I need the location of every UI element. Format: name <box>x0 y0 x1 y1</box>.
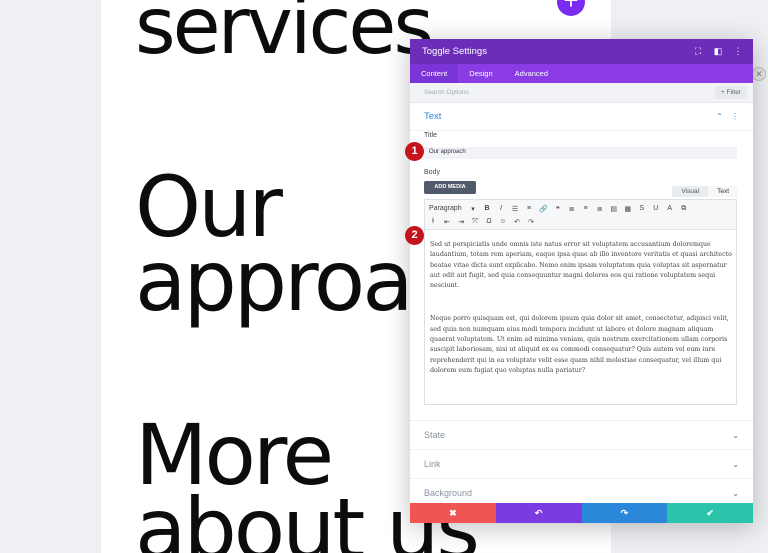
search-options-bar: Search Options + Filter <box>410 83 753 103</box>
bold-icon[interactable]: B <box>483 205 491 212</box>
columns-icon[interactable]: ◧ <box>713 46 723 57</box>
modal-header: Toggle Settings ⛶ ◧ ⋮ <box>410 39 753 64</box>
title-field[interactable]: Our approach <box>424 147 737 159</box>
filter-button[interactable]: + Filter <box>714 86 747 99</box>
strikethrough-icon[interactable]: S <box>638 205 646 212</box>
chevron-down-icon[interactable]: ⌄ <box>732 431 739 440</box>
underline-icon[interactable]: U <box>652 205 660 212</box>
body-editor[interactable]: Paragraph ▾ B I ☰ ≡ 🔗 ❝ ≣ ≡ ≣ ▤ ▦ S U A … <box>424 199 737 405</box>
tab-content[interactable]: Content <box>410 64 459 83</box>
more-vertical-icon[interactable]: ⋮ <box>731 112 739 121</box>
heading-line: approa <box>135 232 414 330</box>
link-icon[interactable]: 🔗 <box>539 205 548 213</box>
editor-mode-tabs: Visual Text <box>672 186 738 197</box>
paragraph-select[interactable]: Paragraph <box>429 205 463 212</box>
undo-icon[interactable]: ↶ <box>513 218 521 226</box>
section-title: Text <box>424 111 442 122</box>
body-paragraph: Sed ut perspiciatis unde omnis iste natu… <box>430 241 732 290</box>
more-vertical-icon[interactable]: ⋮ <box>733 46 743 57</box>
heading-services: services <box>135 0 434 72</box>
expand-icon[interactable]: ⛶ <box>693 46 703 57</box>
chevron-down-icon[interactable]: ⌄ <box>732 489 739 498</box>
bullet-list-icon[interactable]: ☰ <box>511 205 519 213</box>
tab-visual[interactable]: Visual <box>672 186 709 197</box>
chevron-down-icon[interactable]: ⌄ <box>732 460 739 469</box>
chevron-up-icon[interactable]: ⌃ <box>716 112 723 121</box>
numbered-list-icon[interactable]: ≡ <box>525 205 533 212</box>
toggle-settings-modal: Toggle Settings ⛶ ◧ ⋮ Content Design Adv… <box>410 39 753 523</box>
omega-icon[interactable]: Ω <box>485 218 493 225</box>
step-marker-1: 1 <box>405 142 424 161</box>
redo-icon[interactable]: ↷ <box>527 218 535 226</box>
modal-footer: ✖ ↶ ↷ ✔ <box>410 503 753 523</box>
chevron-down-icon[interactable]: ▾ <box>469 205 477 213</box>
align-center-icon[interactable]: ≡ <box>582 205 590 212</box>
text-section-header[interactable]: Text ⌃ ⋮ <box>410 103 753 131</box>
save-button[interactable]: ✔ <box>667 503 753 523</box>
emoji-icon[interactable]: ☺ <box>499 218 507 225</box>
link-section[interactable]: Link ⌄ <box>410 449 753 478</box>
section-label: State <box>424 430 446 440</box>
section-label: Background <box>424 488 473 498</box>
cancel-button[interactable]: ✖ <box>410 503 496 523</box>
clear-format-icon[interactable]: Ɨ <box>429 218 437 225</box>
undo-button[interactable]: ↶ <box>495 503 582 523</box>
quote-icon[interactable]: ❝ <box>554 205 562 213</box>
title-field-label: Title <box>424 132 437 139</box>
text-color-icon[interactable]: A <box>666 205 674 212</box>
tab-advanced[interactable]: Advanced <box>504 64 559 83</box>
section-label: Link <box>424 459 441 469</box>
modal-tabs: Content Design Advanced <box>410 64 753 83</box>
table-icon[interactable]: ▦ <box>624 205 632 213</box>
state-section[interactable]: State ⌄ <box>410 420 753 449</box>
indent-icon[interactable]: ⇥ <box>457 218 465 226</box>
justify-icon[interactable]: ▤ <box>610 205 618 213</box>
body-paragraph: Neque porro quisquam est, qui dolorem ip… <box>430 315 729 374</box>
search-input[interactable]: Search Options <box>424 89 715 96</box>
heading-our-approach: Our approa <box>135 165 414 330</box>
editor-content[interactable]: Sed ut perspiciatis unde omnis iste natu… <box>425 230 736 376</box>
outdent-icon[interactable]: ⇤ <box>443 218 451 226</box>
redo-button[interactable]: ↷ <box>581 503 668 523</box>
align-right-icon[interactable]: ≣ <box>596 205 604 213</box>
editor-toolbar: Paragraph ▾ B I ☰ ≡ 🔗 ❝ ≣ ≡ ≣ ▤ ▦ S U A … <box>425 200 736 230</box>
body-field-label: Body <box>424 169 440 176</box>
add-media-button[interactable]: ADD MEDIA <box>424 181 476 194</box>
modal-title: Toggle Settings <box>422 46 487 57</box>
plus-icon: + <box>563 0 579 15</box>
close-icon[interactable]: ✕ <box>752 67 766 81</box>
tab-design[interactable]: Design <box>458 64 503 83</box>
tab-text[interactable]: Text <box>708 186 738 197</box>
italic-icon[interactable]: I <box>497 205 505 212</box>
paragraph-select-label: Paragraph <box>429 205 462 212</box>
fullscreen-icon[interactable]: ⤧ <box>471 218 479 226</box>
align-left-icon[interactable]: ≣ <box>568 205 576 213</box>
step-marker-2: 2 <box>405 226 424 245</box>
paste-icon[interactable]: ⧉ <box>680 205 688 213</box>
